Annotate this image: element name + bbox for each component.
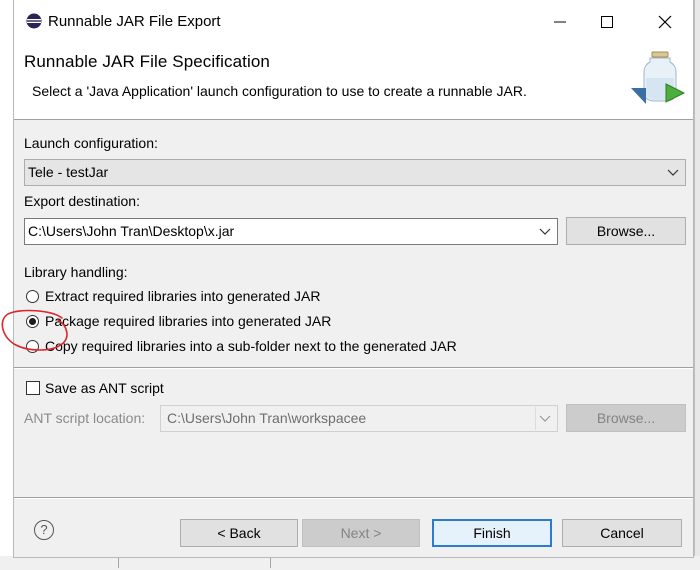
minimize-icon: [554, 21, 566, 23]
question-mark-icon[interactable]: ?: [34, 520, 54, 540]
page-title: Runnable JAR File Specification: [24, 52, 270, 71]
save-ant-script-label[interactable]: Save as ANT script: [45, 380, 164, 396]
save-ant-script-checkbox[interactable]: [26, 381, 40, 395]
next-button[interactable]: Next >: [302, 519, 420, 547]
maximize-button[interactable]: [592, 8, 622, 36]
launch-configuration-select[interactable]: Tele - testJar: [24, 159, 686, 186]
copy-libraries-label[interactable]: Copy required libraries into a sub-folde…: [45, 338, 457, 354]
minimize-button[interactable]: [545, 8, 575, 36]
library-handling-label: Library handling:: [24, 264, 128, 280]
launch-configuration-value: Tele - testJar: [28, 164, 109, 180]
export-destination-label: Export destination:: [24, 193, 140, 209]
launch-configuration-label: Launch configuration:: [24, 135, 158, 151]
title-bar: Runnable JAR File Export: [14, 0, 693, 44]
extract-libraries-radio[interactable]: [26, 290, 39, 303]
background-window-bottom: [0, 556, 700, 570]
cancel-button[interactable]: Cancel: [562, 519, 682, 547]
ant-script-location-label: ANT script location:: [24, 410, 146, 426]
footer-divider: [14, 497, 693, 499]
ant-script-location-input[interactable]: C:\Users\John Tran\workspacee: [160, 405, 558, 432]
wizard-banner: Runnable JAR File Specification Select a…: [14, 44, 693, 120]
close-icon: [658, 15, 672, 29]
window-title: Runnable JAR File Export: [48, 13, 221, 30]
chevron-down-icon: [667, 169, 679, 176]
copy-libraries-radio[interactable]: [26, 340, 39, 353]
export-browse-button[interactable]: Browse...: [566, 217, 686, 245]
close-button[interactable]: [650, 8, 680, 36]
jar-export-icon: [631, 51, 686, 104]
export-destination-input[interactable]: C:\Users\John Tran\Desktop\x.jar: [24, 218, 558, 245]
finish-button[interactable]: Finish: [432, 519, 552, 547]
extract-libraries-label[interactable]: Extract required libraries into generate…: [45, 288, 320, 304]
package-libraries-radio[interactable]: [26, 315, 39, 328]
chevron-down-icon: [539, 228, 551, 235]
chevron-down-icon: [539, 415, 551, 422]
background-window-edge: [694, 0, 700, 570]
ant-browse-button[interactable]: Browse...: [566, 404, 686, 432]
maximize-icon: [601, 16, 613, 28]
runnable-jar-export-dialog: Runnable JAR File Export Runnable JAR Fi…: [13, 0, 694, 558]
section-divider: [14, 367, 693, 369]
eclipse-icon: [26, 13, 42, 29]
page-description: Select a 'Java Application' launch confi…: [32, 83, 527, 99]
export-destination-value: C:\Users\John Tran\Desktop\x.jar: [28, 223, 235, 239]
back-button[interactable]: < Back: [180, 519, 298, 547]
package-libraries-label[interactable]: Package required libraries into generate…: [45, 313, 331, 329]
ant-script-location-value: C:\Users\John Tran\workspacee: [167, 410, 367, 426]
